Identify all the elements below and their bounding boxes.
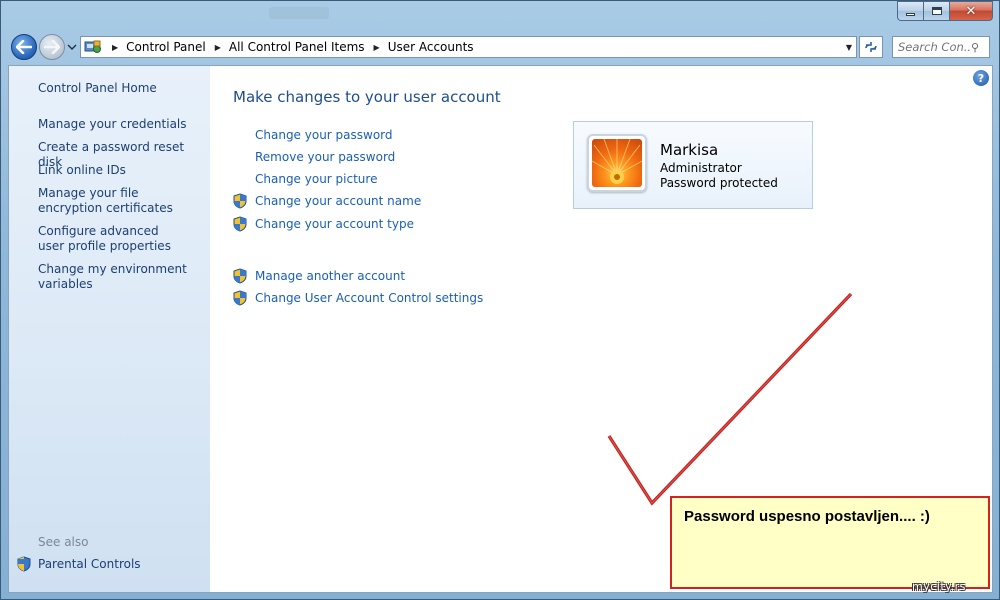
forward-button[interactable] <box>39 34 65 60</box>
watermark: mycity.rs <box>912 580 966 593</box>
close-button[interactable]: ✕ <box>949 1 993 21</box>
minimize-button[interactable] <box>897 1 923 21</box>
sidebar-item-parental-controls[interactable]: Parental Controls <box>38 557 208 572</box>
maximize-button[interactable] <box>923 1 949 21</box>
change-password-link[interactable]: Change your password <box>255 128 393 142</box>
control-panel-icon <box>84 40 102 54</box>
sidebar-item-environment-variables[interactable]: Change my environment variables <box>38 262 188 292</box>
maximize-icon <box>931 7 942 15</box>
back-button[interactable] <box>11 34 37 60</box>
breadcrumb: ▶ Control Panel ▶ All Control Panel Item… <box>112 40 483 54</box>
change-account-name-link[interactable]: Change your account name <box>255 194 421 208</box>
manage-another-account-link[interactable]: Manage another account <box>255 269 405 283</box>
task-pane: Control Panel Home Manage your credentia… <box>9 66 210 592</box>
address-dropdown-icon[interactable]: ▼ <box>846 43 852 52</box>
breadcrumb-separator-icon[interactable]: ▶ <box>374 43 380 52</box>
account-type: Administrator <box>660 161 742 175</box>
minimize-icon <box>906 12 915 16</box>
sidebar-item-advanced-profile[interactable]: Configure advanced user profile properti… <box>38 224 188 254</box>
uac-shield-icon <box>233 216 247 232</box>
account-name: Markisa <box>660 141 719 159</box>
uac-settings-link[interactable]: Change User Account Control settings <box>255 291 483 305</box>
annotation-text: Password uspesno postavljen.... :) <box>684 508 930 525</box>
breadcrumb-user-accounts[interactable]: User Accounts <box>388 40 474 54</box>
refresh-button[interactable] <box>859 36 883 58</box>
page-title: Make changes to your user account <box>233 88 501 106</box>
account-tile: Markisa Administrator Password protected <box>573 121 813 209</box>
sidebar-item-manage-credentials[interactable]: Manage your credentials <box>38 117 208 132</box>
refresh-icon <box>865 42 877 52</box>
uac-shield-icon <box>233 193 247 209</box>
sidebar-item-file-encryption[interactable]: Manage your file encryption certificates <box>38 186 203 216</box>
search-box[interactable]: ⚲ <box>892 36 990 58</box>
change-picture-link[interactable]: Change your picture <box>255 172 377 186</box>
uac-shield-icon <box>233 290 247 306</box>
account-password-status: Password protected <box>660 176 778 190</box>
recent-pages-dropdown-icon[interactable] <box>67 42 77 52</box>
address-bar[interactable]: ▶ Control Panel ▶ All Control Panel Item… <box>80 36 857 58</box>
annotation-note: Password uspesno postavljen.... :) <box>670 496 990 589</box>
search-icon[interactable]: ⚲ <box>971 41 979 54</box>
breadcrumb-separator-icon[interactable]: ▶ <box>112 43 118 52</box>
change-account-type-link[interactable]: Change your account type <box>255 217 414 231</box>
search-input[interactable] <box>898 40 970 54</box>
window-title-blur <box>269 7 329 19</box>
close-icon: ✕ <box>965 3 977 19</box>
flower-picture-icon <box>592 139 642 187</box>
shield-icon <box>17 556 31 572</box>
remove-password-link[interactable]: Remove your password <box>255 150 395 164</box>
avatar[interactable] <box>587 134 647 192</box>
breadcrumb-all-items[interactable]: All Control Panel Items <box>229 40 365 54</box>
breadcrumb-separator-icon[interactable]: ▶ <box>215 43 221 52</box>
sidebar-item-link-online-ids[interactable]: Link online IDs <box>38 163 208 178</box>
caption-buttons: ✕ <box>897 1 993 21</box>
sidebar-control-panel-home[interactable]: Control Panel Home <box>38 81 208 96</box>
back-arrow-icon <box>16 40 32 54</box>
breadcrumb-control-panel[interactable]: Control Panel <box>126 40 206 54</box>
uac-shield-icon <box>233 268 247 284</box>
help-icon[interactable]: ? <box>973 70 989 86</box>
forward-arrow-icon <box>44 40 60 54</box>
see-also-label: See also <box>38 535 89 549</box>
